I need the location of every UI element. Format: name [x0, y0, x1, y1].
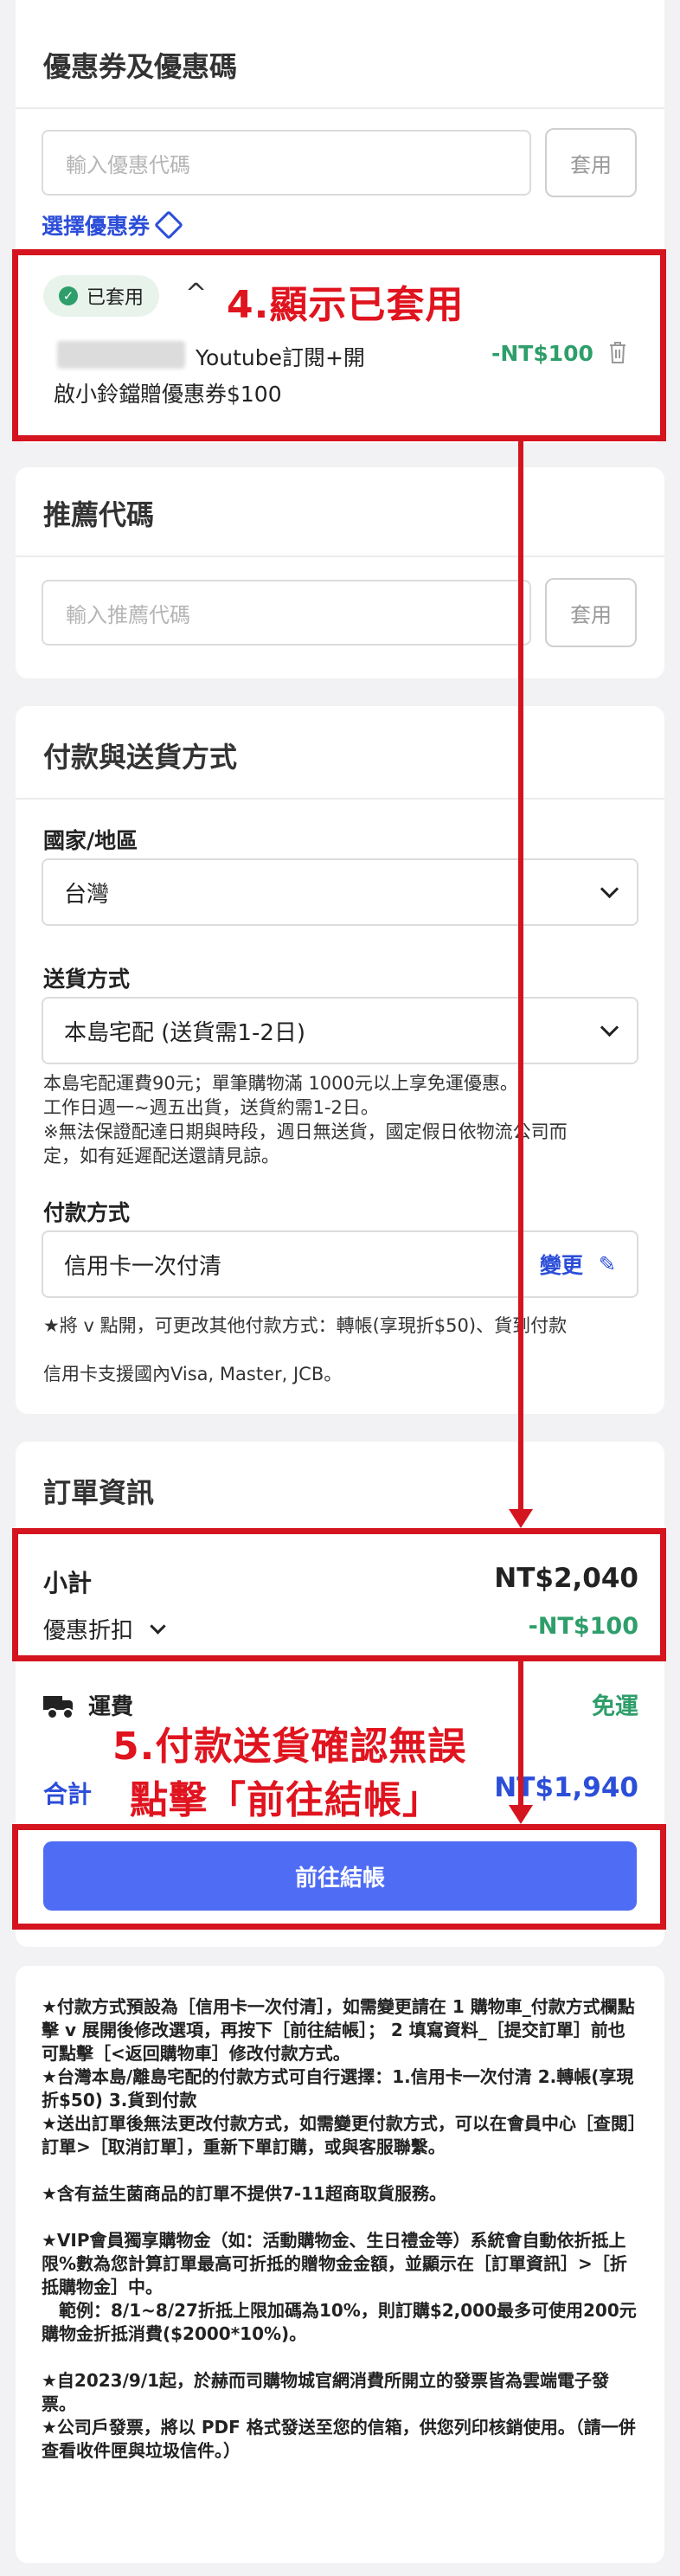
note-line: ★付款方式預設為［信用卡一次付清］，如需變更請在 1 購物車_付款方式欄點擊 v… — [42, 1996, 635, 2064]
note-line: ★公司戶發票，將以 PDF 格式發送至您的信箱，供您列印核銷使用。（請一併查看收… — [42, 2417, 636, 2461]
note-line — [42, 2346, 638, 2369]
note-line: ★VIP會員獨享購物金（如：活動購物金、生日禮金等）系統會自動依折抵上限%數為您… — [42, 2230, 627, 2297]
note-line: ★含有益生菌商品的訂單不提供7-11超商取貨服務。 — [42, 2183, 446, 2204]
note-line: ★自2023/9/1起，於赫而司購物城官網消費所開立的發票皆為雲端電子發票。 — [42, 2370, 610, 2414]
note-line: ★送出訂單後無法更改付款方式，如需變更付款方式，可以在會員中心［查閱］訂單>［取… — [42, 2113, 637, 2157]
note-line: 範例：8/1~8/27折抵上限加碼為10%，則訂購$2,000最多可使用200元… — [42, 2300, 637, 2344]
notes-block: ★付款方式預設為［信用卡一次付清］，如需變更請在 1 購物車_付款方式欄點擊 v… — [42, 1995, 638, 2463]
notes-card: ★付款方式預設為［信用卡一次付清］，如需變更請在 1 購物車_付款方式欄點擊 v… — [16, 1966, 664, 2563]
note-line — [42, 2159, 638, 2182]
note-line — [42, 2206, 638, 2229]
note-line: ★台灣本島/離島宅配的付款方式可自行選擇：1.信用卡一次付清 2.轉帳(享現折$… — [42, 2066, 634, 2110]
